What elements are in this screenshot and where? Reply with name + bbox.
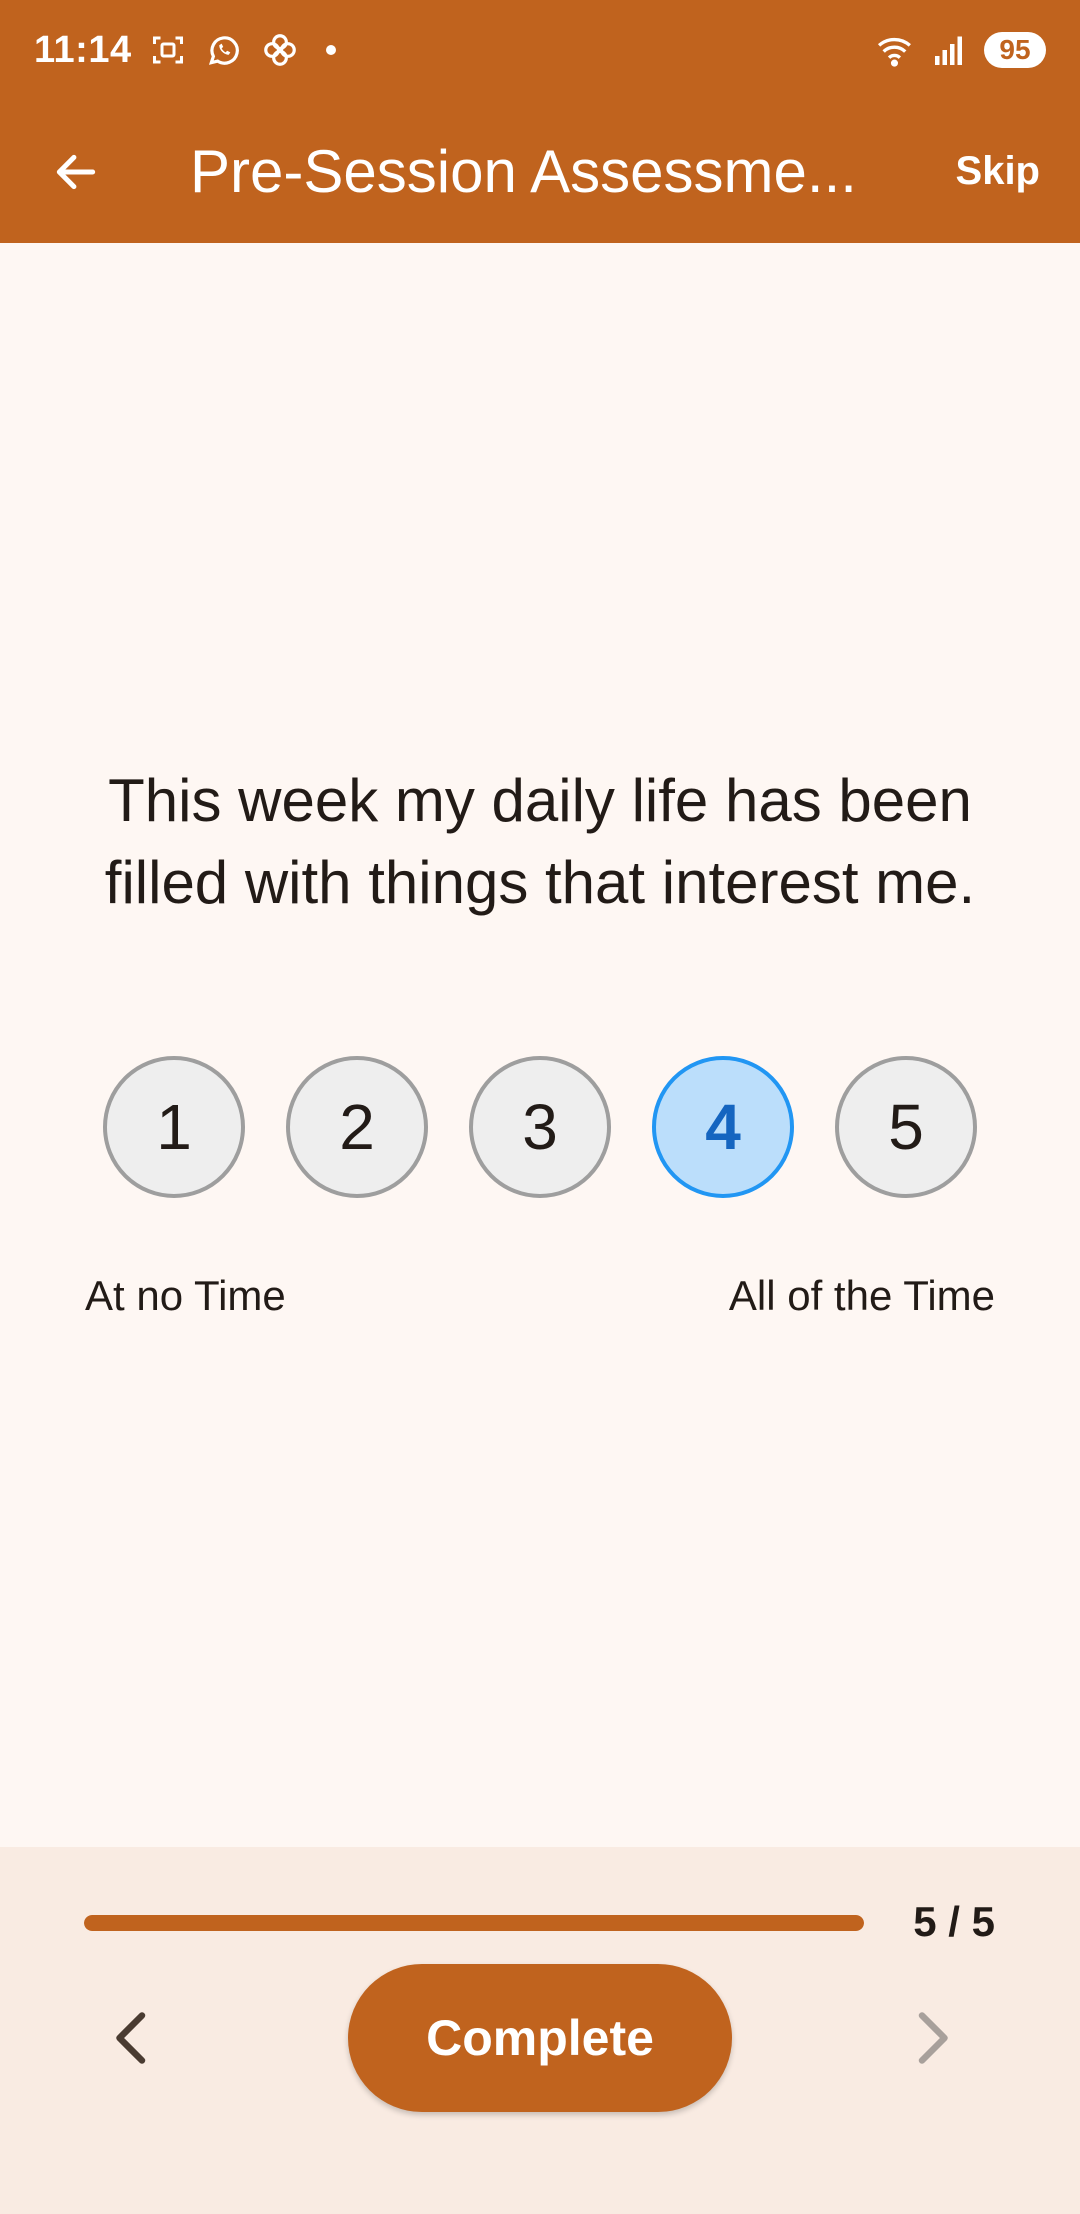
back-button[interactable] (40, 136, 112, 208)
screenshot-icon (148, 30, 188, 70)
rating-option-2[interactable]: 2 (286, 1056, 428, 1198)
rating-scale: 1 2 3 4 5 (103, 1056, 977, 1198)
progress-fill (84, 1915, 864, 1931)
rating-option-5[interactable]: 5 (835, 1056, 977, 1198)
signal-icon (930, 30, 970, 70)
app-bar: Pre-Session Assessme... Skip (0, 100, 1080, 243)
next-button[interactable] (896, 1998, 968, 2078)
arrow-left-icon (56, 154, 96, 190)
status-bar: 11:14 95 (0, 0, 1080, 100)
status-time: 11:14 (34, 28, 132, 71)
whatsapp-icon (204, 30, 244, 70)
chevron-left-icon (116, 2012, 146, 2064)
notification-dot-icon (325, 45, 336, 55)
scale-max-label: All of the Time (728, 1272, 995, 1319)
complete-button[interactable]: Complete (348, 1964, 732, 2112)
wifi-icon (876, 30, 916, 70)
page-title: Pre-Session Assessme... (190, 138, 857, 205)
question-text: This week my daily life has been filled … (104, 767, 976, 916)
rating-option-1[interactable]: 1 (103, 1056, 245, 1198)
chevron-right-icon (918, 2012, 948, 2064)
scale-min-label: At no Time (85, 1272, 286, 1319)
status-right: 95 (876, 30, 1046, 70)
status-left: 11:14 (34, 29, 336, 72)
rating-option-3[interactable]: 3 (469, 1056, 611, 1198)
battery-icon: 95 (984, 32, 1046, 68)
previous-button[interactable] (96, 1998, 168, 2078)
app-icon (260, 30, 300, 70)
progress-text: 5 / 5 (913, 1898, 995, 1945)
skip-button[interactable]: Skip (956, 100, 1040, 243)
progress-bar (84, 1915, 864, 1931)
rating-option-4[interactable]: 4 (652, 1056, 794, 1198)
